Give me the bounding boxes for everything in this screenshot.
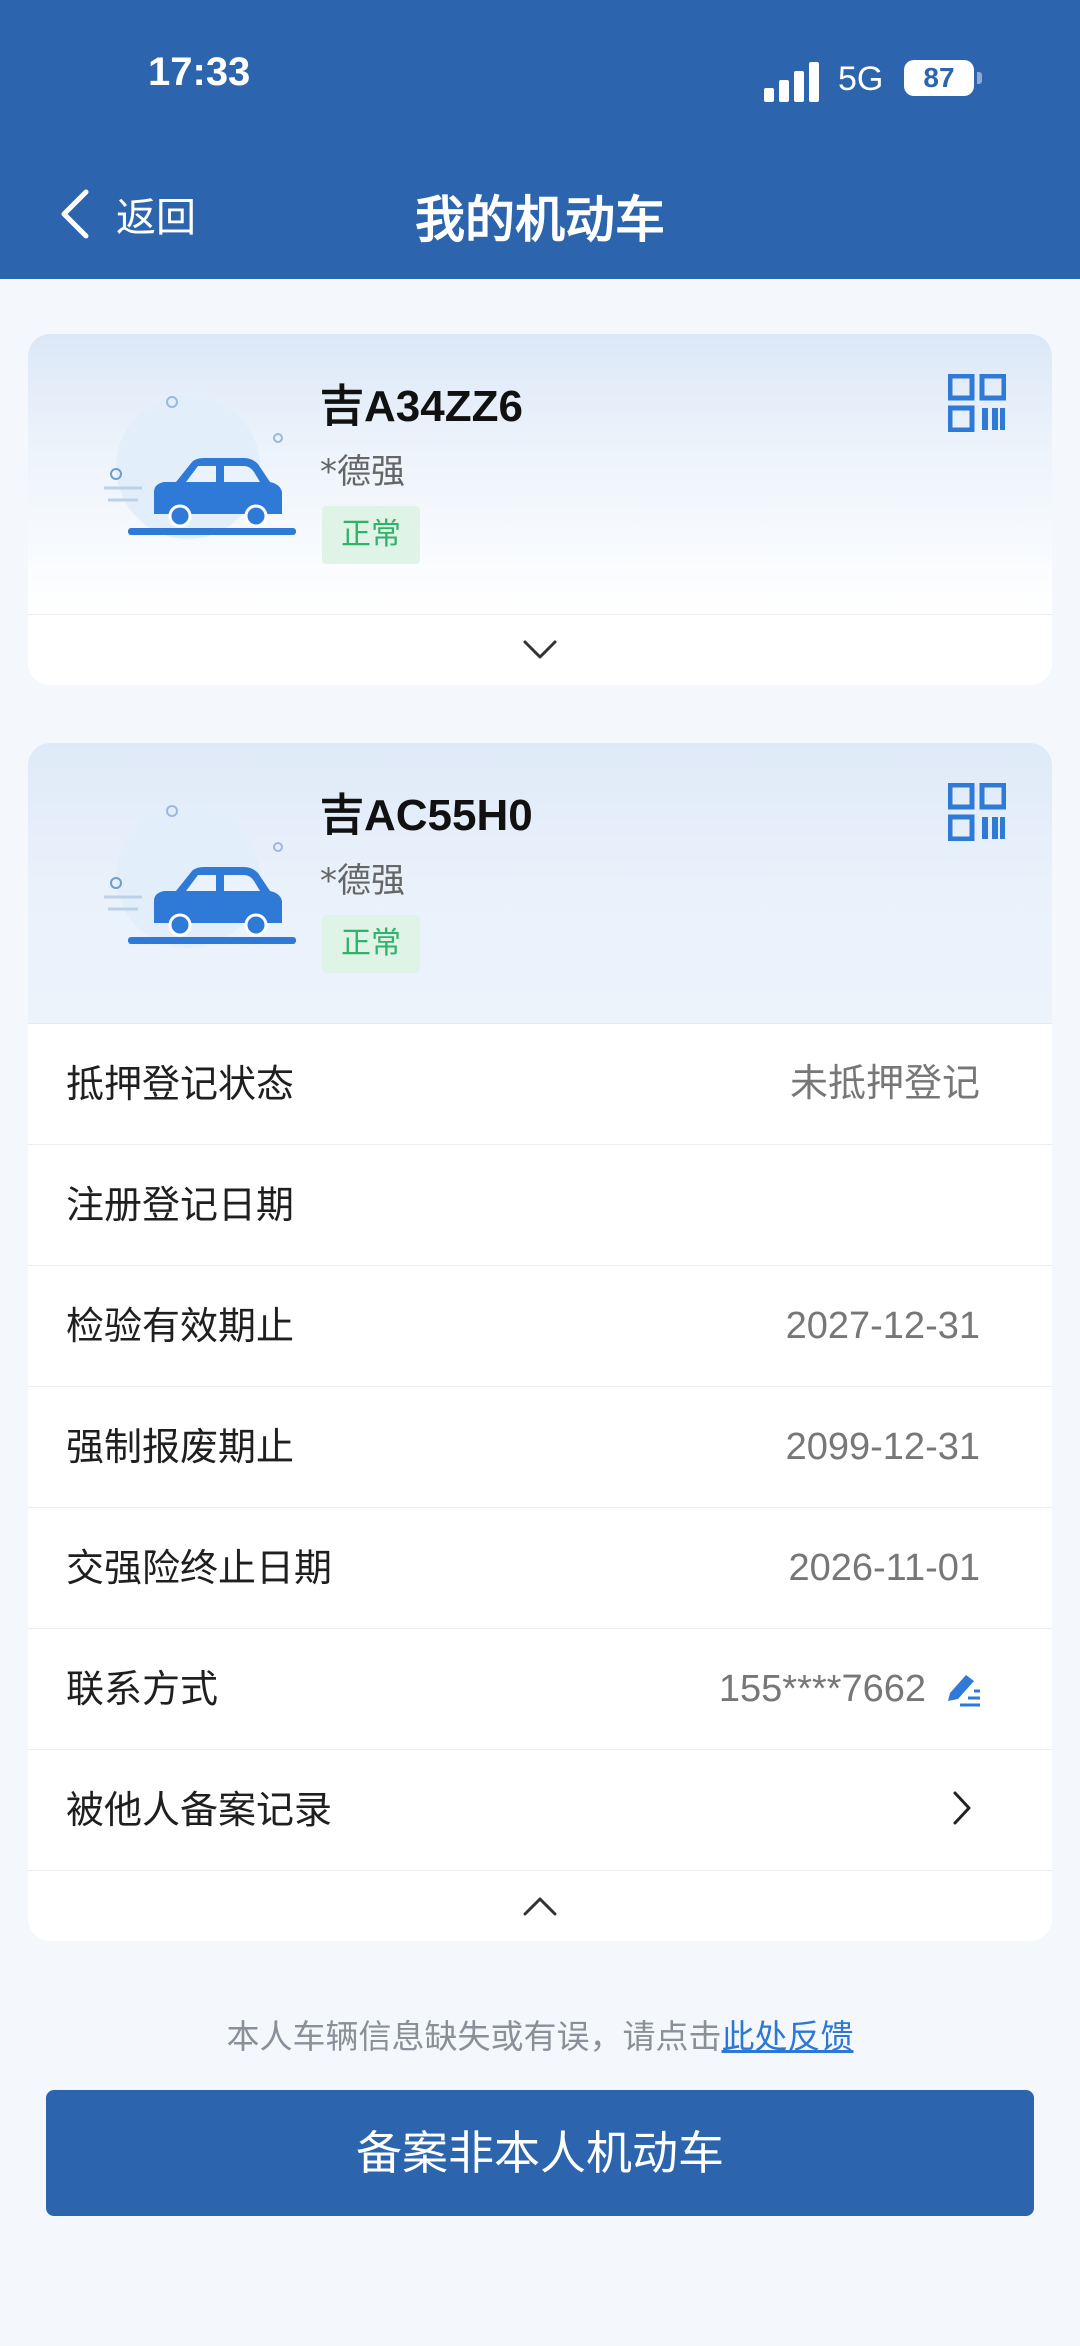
plate-number: 吉AC55H0 [320, 791, 533, 840]
expand-toggle[interactable] [28, 614, 1052, 685]
detail-label: 注册登记日期 [66, 1183, 295, 1227]
status-badge: 正常 [322, 506, 420, 564]
edit-icon[interactable] [942, 1671, 982, 1709]
detail-row-registration-date: 注册登记日期 [28, 1145, 1052, 1266]
detail-row-mortgage: 抵押登记状态 未抵押登记 [28, 1024, 1052, 1145]
battery-icon: 87 [904, 60, 974, 96]
detail-label: 强制报废期止 [66, 1425, 295, 1469]
register-other-vehicle-button[interactable]: 备案非本人机动车 [46, 2090, 1034, 2216]
detail-value: 未抵押登记 [789, 1063, 980, 1105]
feedback-link[interactable]: 此处反馈 [722, 2017, 854, 2056]
page-title: 我的机动车 [415, 191, 665, 249]
chevron-up-icon [523, 1897, 557, 1916]
detail-row-scrap: 强制报废期止 2099-12-31 [28, 1387, 1052, 1508]
plate-number: 吉A34ZZ6 [320, 382, 523, 431]
owner-name: *德强 [320, 452, 405, 492]
vehicle-card-header: 吉A34ZZ6 *德强 正常 [28, 334, 1052, 614]
detail-label: 被他人备案记录 [66, 1788, 333, 1832]
feedback-text: 本人车辆信息缺失或有误，请点击此处反馈 [0, 2010, 1080, 2058]
signal-icon [764, 58, 820, 102]
detail-row-contact[interactable]: 联系方式 155****7662 [28, 1629, 1052, 1750]
vehicle-card[interactable]: 吉A34ZZ6 *德强 正常 [28, 334, 1052, 685]
qr-code-icon[interactable] [948, 374, 1006, 432]
network-type: 5G [838, 60, 884, 98]
detail-row-filing-records[interactable]: 被他人备案记录 [28, 1750, 1052, 1871]
car-icon [104, 804, 296, 948]
chevron-right-icon [953, 1791, 971, 1825]
collapse-toggle[interactable] [28, 1871, 1052, 1941]
status-time: 17:33 [148, 50, 251, 94]
owner-name: *德强 [320, 861, 405, 901]
qr-code-icon[interactable] [948, 783, 1006, 841]
detail-value: 2027-12-31 [785, 1305, 980, 1347]
detail-value: 2099-12-31 [785, 1426, 980, 1468]
detail-value: 2026-11-01 [788, 1547, 980, 1589]
status-badge: 正常 [322, 915, 420, 973]
detail-row-inspection: 检验有效期止 2027-12-31 [28, 1266, 1052, 1387]
feedback-prefix: 本人车辆信息缺失或有误，请点击 [226, 2017, 722, 2056]
car-icon [104, 395, 296, 539]
battery-tip [977, 72, 982, 84]
detail-label: 联系方式 [66, 1667, 219, 1711]
detail-value: 155****7662 [718, 1668, 926, 1710]
vehicle-card-header: 吉AC55H0 *德强 正常 [28, 743, 1052, 1024]
detail-label: 抵押登记状态 [66, 1062, 295, 1106]
vehicle-card[interactable]: 吉AC55H0 *德强 正常 抵押登记状态 未抵押登记 注册登记日期 检验有效期… [28, 743, 1052, 1941]
detail-label: 检验有效期止 [66, 1304, 295, 1348]
app-header: 17:33 5G 87 返回 我的机动车 [0, 0, 1080, 279]
detail-row-insurance: 交强险终止日期 2026-11-01 [28, 1508, 1052, 1629]
detail-label: 交强险终止日期 [66, 1546, 333, 1590]
chevron-down-icon [523, 640, 557, 659]
